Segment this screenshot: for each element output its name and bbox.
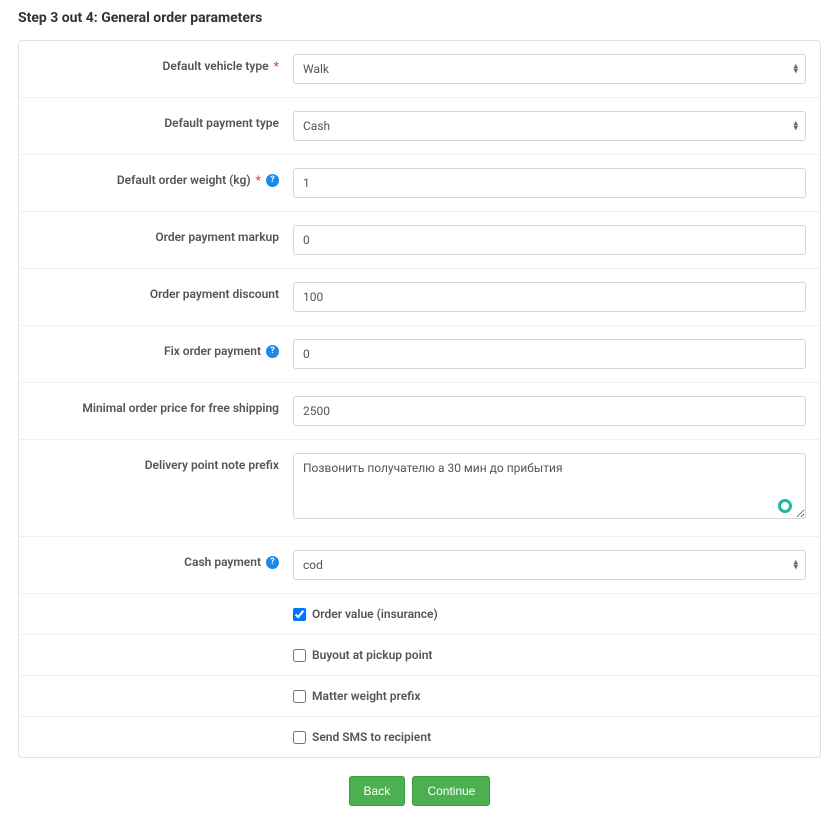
checkbox-label-text: Buyout at pickup point (312, 648, 432, 662)
row-default-order-weight: Default order weight (kg) * ? (19, 155, 820, 212)
delivery-point-note-prefix-textarea[interactable] (293, 453, 806, 519)
label-min-order-free-shipping: Minimal order price for free shipping (33, 396, 293, 415)
row-cash-payment: Cash payment ? cod ▴▾ (19, 537, 820, 594)
checkbox-label-text: Send SMS to recipient (312, 730, 431, 744)
min-order-free-shipping-input[interactable] (293, 396, 806, 426)
order-value-insurance-label[interactable]: Order value (insurance) (293, 607, 806, 621)
send-sms-checkbox[interactable] (293, 731, 306, 744)
label-order-payment-discount: Order payment discount (33, 282, 293, 301)
row-delivery-point-note-prefix: Delivery point note prefix (19, 440, 820, 537)
button-bar: Back Continue (18, 776, 821, 806)
cash-payment-select[interactable]: cod (293, 550, 806, 580)
row-order-payment-discount: Order payment discount (19, 269, 820, 326)
matter-weight-prefix-label[interactable]: Matter weight prefix (293, 689, 806, 703)
row-buyout-at-pickup: Buyout at pickup point (19, 635, 820, 676)
label-delivery-point-note-prefix: Delivery point note prefix (33, 453, 293, 472)
label-text: Cash payment (184, 555, 261, 569)
continue-button[interactable]: Continue (412, 776, 490, 806)
send-sms-label[interactable]: Send SMS to recipient (293, 730, 806, 744)
label-order-payment-markup: Order payment markup (33, 225, 293, 244)
order-payment-markup-input[interactable] (293, 225, 806, 255)
label-text: Minimal order price for free shipping (82, 401, 279, 415)
fix-order-payment-input[interactable] (293, 339, 806, 369)
label-fix-order-payment: Fix order payment ? (33, 339, 293, 358)
default-vehicle-type-select[interactable]: Walk (293, 54, 806, 84)
required-marker: * (256, 173, 261, 187)
label-text: Fix order payment (164, 344, 261, 358)
grammarly-icon (778, 499, 792, 513)
row-order-payment-markup: Order payment markup (19, 212, 820, 269)
order-value-insurance-checkbox[interactable] (293, 608, 306, 621)
label-text: Order payment discount (150, 287, 279, 301)
label-text: Delivery point note prefix (145, 458, 279, 472)
label-cash-payment: Cash payment ? (33, 550, 293, 569)
buyout-at-pickup-checkbox[interactable] (293, 649, 306, 662)
row-fix-order-payment: Fix order payment ? (19, 326, 820, 383)
back-button[interactable]: Back (349, 776, 406, 806)
step-title: Step 3 out 4: General order parameters (18, 10, 821, 26)
label-text: Default payment type (164, 116, 279, 130)
checkbox-label-text: Matter weight prefix (312, 689, 420, 703)
label-default-vehicle-type: Default vehicle type * (33, 54, 293, 73)
row-matter-weight-prefix: Matter weight prefix (19, 676, 820, 717)
row-default-payment-type: Default payment type Cash ▴▾ (19, 98, 820, 155)
default-order-weight-input[interactable] (293, 168, 806, 198)
form-card: Default vehicle type * Walk ▴▾ Default p… (18, 40, 821, 758)
help-icon[interactable]: ? (266, 556, 279, 569)
label-text: Default order weight (kg) (117, 173, 251, 187)
row-min-order-free-shipping: Minimal order price for free shipping (19, 383, 820, 440)
label-default-payment-type: Default payment type (33, 111, 293, 130)
checkbox-label-text: Order value (insurance) (312, 607, 438, 621)
default-payment-type-select[interactable]: Cash (293, 111, 806, 141)
help-icon[interactable]: ? (266, 345, 279, 358)
buyout-at-pickup-label[interactable]: Buyout at pickup point (293, 648, 806, 662)
label-text: Default vehicle type (163, 59, 269, 73)
label-text: Order payment markup (155, 230, 279, 244)
label-default-order-weight: Default order weight (kg) * ? (33, 168, 293, 187)
row-send-sms: Send SMS to recipient (19, 717, 820, 757)
row-default-vehicle-type: Default vehicle type * Walk ▴▾ (19, 41, 820, 98)
matter-weight-prefix-checkbox[interactable] (293, 690, 306, 703)
order-payment-discount-input[interactable] (293, 282, 806, 312)
row-order-value-insurance: Order value (insurance) (19, 594, 820, 635)
required-marker: * (274, 59, 279, 73)
help-icon[interactable]: ? (266, 174, 279, 187)
